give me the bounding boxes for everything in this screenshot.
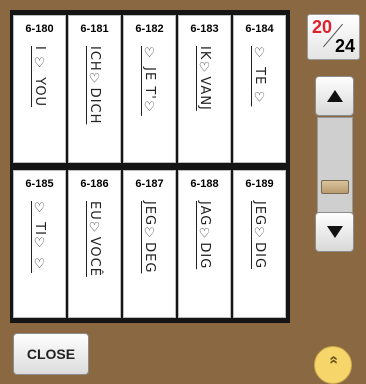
double-chevron-up-icon: « (325, 355, 342, 365)
pattern-cell[interactable]: 6-188 JAG♡DIG (178, 170, 231, 318)
pattern-code: 6-186 (80, 178, 109, 190)
pattern-code: 6-182 (135, 23, 164, 35)
pattern-cell[interactable]: 6-185 ♡ TI♡ ♡ (13, 170, 66, 318)
triangle-down-icon (326, 226, 343, 238)
pattern-preview: I ♡ YOU (32, 46, 47, 108)
pattern-preview: ♡ JE T'♡ (142, 46, 157, 116)
page-total: 24 (334, 36, 355, 56)
pattern-code: 6-180 (25, 23, 54, 35)
pattern-code: 6-181 (80, 23, 109, 35)
pattern-cell[interactable]: 6-189 JEG♡DIG (233, 170, 286, 318)
pattern-cell[interactable]: 6-181 ICH♡DICH (68, 15, 121, 163)
pattern-code: 6-183 (190, 23, 219, 35)
pattern-code: 6-188 (190, 178, 219, 190)
pattern-preview: JAG♡DIG (197, 201, 212, 270)
expand-button[interactable]: « (314, 346, 352, 384)
pattern-preview: ♡ TE ♡ (252, 46, 267, 107)
pattern-preview: ICH♡DICH (87, 46, 102, 125)
pattern-preview: JEG♡DEG (142, 201, 157, 274)
pattern-code: 6-184 (245, 23, 274, 35)
scroll-up-button[interactable] (315, 76, 354, 116)
close-button[interactable]: CLOSE (13, 333, 89, 375)
triangle-up-icon (326, 90, 343, 102)
scroll-thumb[interactable] (321, 180, 349, 194)
scroll-down-button[interactable] (315, 212, 354, 252)
pattern-preview: EU♡VOCÊ (87, 201, 102, 277)
pattern-code: 6-185 (25, 178, 54, 190)
pattern-grid: 6-180 I ♡ YOU 6-181 ICH♡DICH 6-182 ♡ JE … (10, 10, 290, 323)
pattern-cell[interactable]: 6-186 EU♡VOCÊ (68, 170, 121, 318)
pattern-code: 6-189 (245, 178, 274, 190)
pattern-preview: JEG♡DIG (252, 201, 267, 270)
pattern-cell[interactable]: 6-184 ♡ TE ♡ (233, 15, 286, 163)
pattern-cell[interactable]: 6-183 IK♡VANJ (178, 15, 231, 163)
page-current: 20 (312, 17, 333, 37)
pattern-code: 6-187 (135, 178, 164, 190)
pattern-cell[interactable]: 6-187 JEG♡DEG (123, 170, 176, 318)
scroll-track[interactable] (317, 117, 353, 213)
pattern-cell[interactable]: 6-182 ♡ JE T'♡ (123, 15, 176, 163)
pattern-preview: ♡ TI♡ ♡ (32, 201, 47, 274)
pattern-preview: IK♡VANJ (197, 46, 212, 111)
pattern-cell[interactable]: 6-180 I ♡ YOU (13, 15, 66, 163)
page-counter: 20 24 (307, 14, 360, 60)
